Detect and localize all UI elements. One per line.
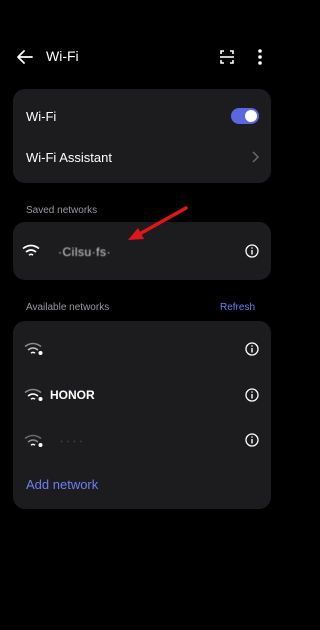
wifi-assistant-label: Wi-Fi Assistant — [26, 150, 112, 165]
saved-networks-header: Saved networks — [26, 205, 98, 216]
wifi-toggle-label: Wi-Fi — [26, 109, 57, 124]
back-button[interactable] — [14, 46, 36, 68]
info-icon[interactable] — [245, 244, 259, 263]
wifi-lock-icon — [24, 342, 44, 361]
available-networks-header: Available networks — [26, 302, 110, 313]
toggle-knob — [245, 110, 257, 122]
add-network-button[interactable]: Add network — [26, 477, 98, 492]
network-ssid: HONOR — [50, 388, 95, 402]
available-network-row[interactable] — [13, 425, 271, 457]
wifi-lock-icon — [24, 388, 44, 407]
network-ssid: · · · · — [60, 436, 83, 446]
refresh-button[interactable]: Refresh — [220, 302, 255, 313]
chevron-right-icon — [250, 150, 260, 169]
wifi-lock-icon — [24, 434, 44, 453]
more-options-button[interactable] — [250, 46, 270, 68]
wifi-toggle[interactable] — [231, 108, 259, 124]
info-icon[interactable] — [245, 342, 259, 361]
qr-scan-icon — [220, 50, 234, 64]
info-icon[interactable] — [245, 388, 259, 407]
page-title: Wi-Fi — [46, 48, 79, 64]
wifi-icon — [22, 244, 40, 263]
more-vertical-icon — [258, 49, 262, 65]
scan-button[interactable] — [216, 46, 238, 68]
available-network-row[interactable] — [13, 333, 271, 365]
arrow-left-icon — [17, 50, 33, 64]
annotation-arrow-icon — [128, 206, 188, 240]
info-icon[interactable] — [245, 433, 259, 452]
saved-network-ssid: ·Cilsu·fs· — [58, 245, 111, 259]
